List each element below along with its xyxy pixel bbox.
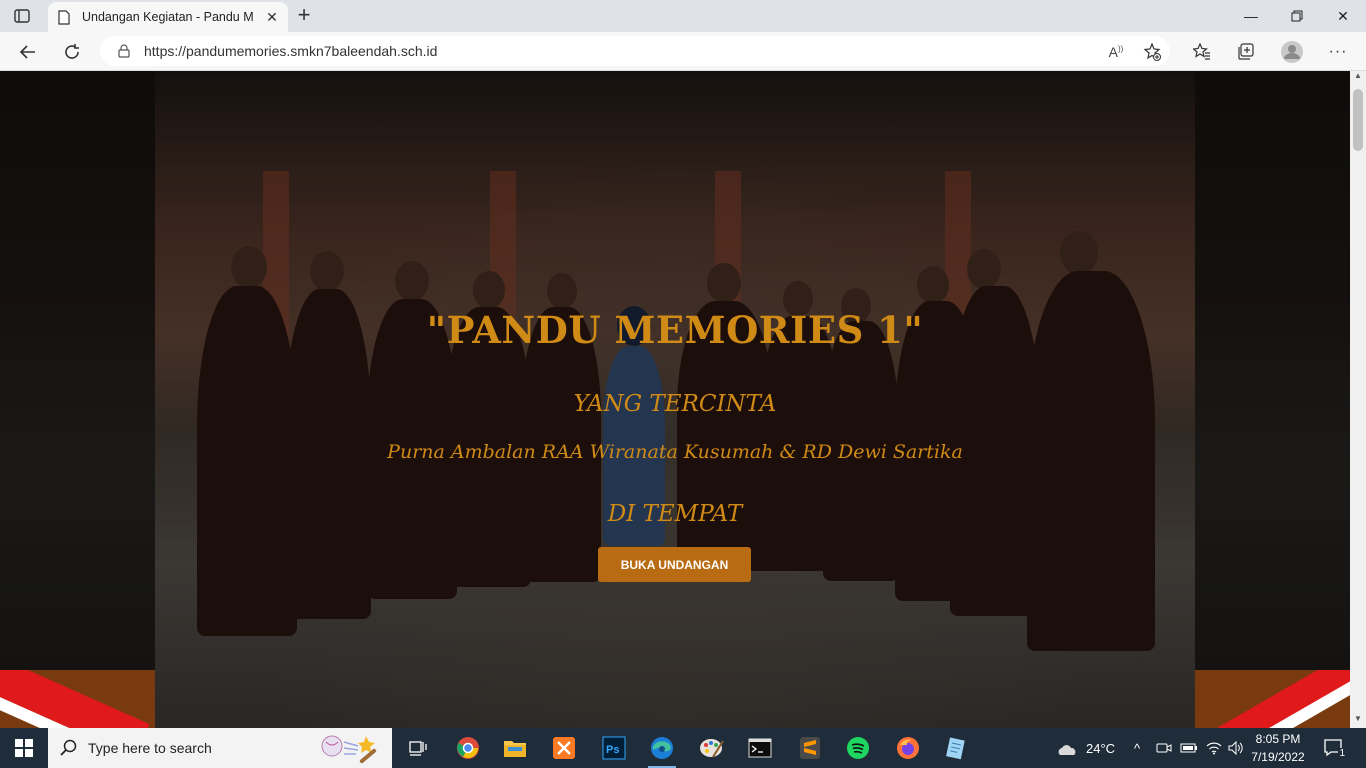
notepad-icon [946, 737, 965, 760]
more-icon: ··· [1328, 43, 1348, 60]
terminal-icon [748, 738, 772, 758]
volume-indicator[interactable] [1228, 728, 1244, 768]
firefox-button[interactable] [888, 732, 928, 764]
minimize-button[interactable]: — [1228, 0, 1274, 32]
show-hidden-icons-button[interactable]: ^ [1134, 728, 1140, 768]
add-favorite-button[interactable] [1138, 38, 1166, 66]
windows-taskbar: Type here to search Ps 24°C ^ 8:05 PM 7/… [0, 728, 1366, 768]
browser-toolbar: https://pandumemories.smkn7baleendah.sch… [0, 32, 1366, 71]
taskbar-search-box[interactable]: Type here to search [48, 728, 392, 768]
back-button[interactable] [14, 38, 42, 66]
scroll-down-icon[interactable]: ▼ [1350, 714, 1366, 728]
sublime-icon [800, 737, 820, 759]
weather-temp: 24°C [1086, 740, 1116, 756]
firefox-icon [897, 737, 919, 759]
restore-button[interactable] [1274, 0, 1320, 32]
file-explorer-button[interactable] [495, 732, 535, 764]
star-add-icon [1143, 43, 1161, 61]
refresh-icon [65, 44, 79, 59]
spotify-icon [847, 737, 869, 759]
favorites-button[interactable] [1188, 38, 1216, 66]
photoshop-button[interactable]: Ps [594, 732, 634, 764]
back-arrow-icon [19, 45, 35, 59]
battery-icon [1180, 743, 1197, 753]
scroll-up-icon[interactable]: ▲ [1350, 71, 1366, 85]
page-scrollbar[interactable]: ▲ ▼ [1350, 71, 1366, 728]
chrome-icon [457, 737, 479, 759]
start-button[interactable] [0, 728, 48, 768]
edge-icon [651, 737, 673, 759]
xampp-button[interactable] [544, 732, 584, 764]
page-icon [56, 9, 72, 25]
chevron-up-icon: ^ [1134, 740, 1141, 756]
settings-menu-button[interactable]: ··· [1324, 38, 1352, 66]
restore-icon [1291, 10, 1303, 22]
clock-date: 7/19/2022 [1251, 750, 1305, 764]
recipient-text: Purna Ambalan RAA Wiranata Kusumah & RD … [387, 441, 963, 463]
close-window-button[interactable]: ✕ [1320, 0, 1366, 32]
collections-button[interactable] [1232, 38, 1260, 66]
weather-widget[interactable]: 24°C [1056, 728, 1115, 768]
read-aloud-button[interactable]: A)) [1102, 38, 1130, 66]
collections-icon [1238, 43, 1254, 60]
weather-cloud-moon-icon [1058, 740, 1076, 755]
spotify-button[interactable] [838, 732, 878, 764]
right-flag-decoration [1195, 670, 1350, 728]
tab-actions-button[interactable] [10, 6, 34, 26]
greeting-text: YANG TERCINTA [573, 391, 777, 417]
scroll-thumb[interactable] [1353, 89, 1363, 151]
chrome-taskbar-button[interactable] [448, 732, 488, 764]
notification-center-button[interactable]: 1 [1320, 734, 1348, 762]
palette-icon [700, 739, 724, 758]
tab-strip: Undangan Kegiatan - Pandu Me ✕ + — ✕ [0, 0, 1366, 32]
tab-title: Undangan Kegiatan - Pandu Me [82, 10, 254, 24]
tab-actions-icon [14, 9, 30, 23]
invitation-content: "PANDU MEMORIES 1" YANG TERCINTA Purna A… [155, 71, 1195, 728]
location-text: DI TEMPAT [607, 501, 743, 527]
browser-tab[interactable]: Undangan Kegiatan - Pandu Me ✕ [48, 2, 288, 32]
terminal-button[interactable] [740, 732, 780, 764]
paint-button[interactable] [692, 732, 732, 764]
clock-time: 8:05 PM [1255, 732, 1301, 746]
meet-now-button[interactable] [1156, 728, 1172, 768]
svg-text:Ps: Ps [606, 744, 619, 756]
read-aloud-icon: A)) [1108, 44, 1124, 60]
refresh-button[interactable] [58, 38, 86, 66]
task-view-button[interactable] [398, 732, 438, 764]
notepad-button[interactable] [936, 732, 976, 764]
edge-taskbar-button[interactable] [642, 732, 682, 768]
favorites-icon [1193, 43, 1210, 60]
search-icon [60, 738, 80, 758]
search-highlight-icon [321, 735, 377, 764]
page-title: "PANDU MEMORIES 1" [426, 308, 924, 352]
task-view-icon [409, 741, 427, 756]
taskbar-clock[interactable]: 8:05 PM 7/19/2022 [1244, 730, 1312, 766]
battery-indicator[interactable] [1180, 728, 1198, 768]
folder-icon [504, 741, 526, 757]
avatar-icon [1281, 41, 1303, 63]
speaker-icon [1228, 741, 1243, 755]
address-bar[interactable]: https://pandumemories.smkn7baleendah.sch… [100, 36, 1170, 66]
open-invitation-button[interactable]: BUKA UNDANGAN [598, 547, 751, 582]
photoshop-icon: Ps [602, 736, 626, 760]
xampp-icon [553, 737, 575, 759]
left-flag-decoration [0, 670, 155, 728]
sublime-text-button[interactable] [790, 732, 830, 764]
profile-button[interactable] [1278, 38, 1306, 66]
windows-logo-icon [15, 739, 33, 757]
wifi-icon [1206, 742, 1222, 755]
new-tab-button[interactable]: + [292, 4, 316, 28]
tab-close-icon[interactable]: ✕ [264, 9, 280, 25]
lock-icon[interactable] [118, 44, 132, 58]
network-indicator[interactable] [1206, 728, 1222, 768]
notification-count: 1 [1338, 748, 1346, 759]
search-placeholder: Type here to search [88, 740, 212, 756]
url-text[interactable]: https://pandumemories.smkn7baleendah.sch… [144, 43, 437, 59]
camera-icon [1156, 743, 1172, 753]
page-viewport: "PANDU MEMORIES 1" YANG TERCINTA Purna A… [0, 71, 1350, 728]
